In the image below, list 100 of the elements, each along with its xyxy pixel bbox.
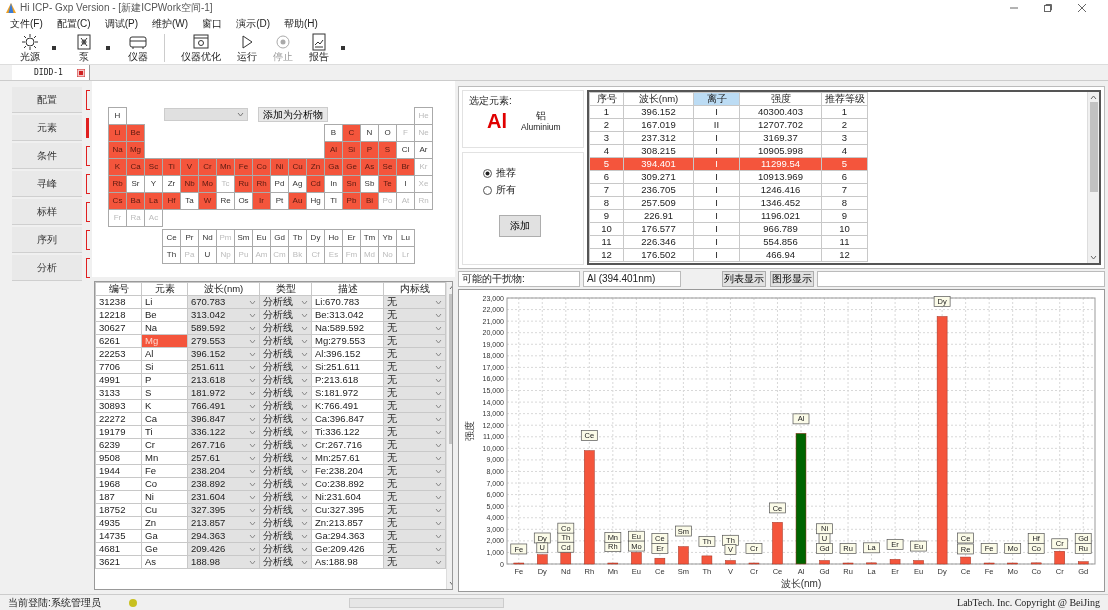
chart-document-icon xyxy=(309,33,329,52)
element-cell[interactable]: Mg xyxy=(126,141,145,159)
dropdown-icon[interactable] xyxy=(52,45,56,50)
window-title: Hi ICP- Gxp Version - [新建ICPWork空间-1] xyxy=(20,2,213,14)
column-header[interactable]: 推荐等级 xyxy=(821,92,868,106)
sidebar-button[interactable]: 元素 xyxy=(12,115,82,141)
table-cell: As:188.98 xyxy=(311,555,384,569)
column-header[interactable]: 元素 xyxy=(141,282,188,296)
close-icon[interactable] xyxy=(77,68,85,77)
sidebar-button[interactable]: 序列 xyxy=(12,227,82,253)
table-cell: Si:251.611 xyxy=(311,360,384,374)
toolbar-button[interactable]: 仪器 xyxy=(122,33,154,62)
table-cell: 4 xyxy=(589,144,624,158)
table-row[interactable]: 2 167.019 II 12707.702 2 xyxy=(589,118,868,132)
table-cell: Cr xyxy=(141,438,188,452)
toolbar-button[interactable]: 报告 xyxy=(303,33,335,62)
table-cell: S:181.972 xyxy=(311,386,384,400)
table-row[interactable]: 12 176.502 I 466.94 12 xyxy=(589,248,868,262)
menu-item[interactable]: 帮助(H) xyxy=(284,17,318,30)
element-name: Aluminium xyxy=(521,121,561,133)
table-cell: Li xyxy=(141,295,188,309)
chevron-up-icon[interactable] xyxy=(1090,95,1097,100)
table-row[interactable]: 6 309.271 I 10913.969 6 xyxy=(589,170,868,184)
table-cell: 31238 xyxy=(95,295,142,309)
column-header[interactable]: 波长(nm) xyxy=(187,282,260,296)
column-header[interactable]: 描述 xyxy=(311,282,384,296)
view-button[interactable]: 图形显示 xyxy=(770,271,814,287)
sidebar-button[interactable]: 寻峰 xyxy=(12,171,82,197)
column-header[interactable]: 波长(nm) xyxy=(623,92,694,106)
radio-button[interactable]: 推荐 xyxy=(483,167,583,179)
sidebar-button[interactable]: 配置 xyxy=(12,87,82,113)
bar xyxy=(983,562,995,565)
bar xyxy=(819,560,830,565)
interferent-field[interactable]: Al (394.401nm) xyxy=(583,271,681,287)
sidebar-button[interactable]: 标样 xyxy=(12,199,82,225)
element-cell[interactable]: H xyxy=(108,107,127,125)
table-cell: K:766.491 xyxy=(311,399,384,413)
bar xyxy=(537,554,548,565)
bar xyxy=(1078,561,1089,565)
table-cell: 308.215 xyxy=(623,144,694,158)
chevron-down-icon[interactable] xyxy=(1090,255,1097,260)
table-row[interactable]: 3 237.312 I 3169.37 3 xyxy=(589,131,868,145)
table-row[interactable]: 4 308.215 I 10905.998 4 xyxy=(589,144,868,158)
table-cell: Cu:327.395 xyxy=(311,503,384,517)
column-header[interactable]: 编号 xyxy=(95,282,142,296)
document-tab[interactable]: DIDD-1 xyxy=(12,65,90,80)
menu-item[interactable]: 维护(W) xyxy=(152,17,189,30)
column-header[interactable]: 内标线 xyxy=(383,282,446,296)
table-cell: Mn:257.61 xyxy=(311,451,384,465)
maximize-icon[interactable] xyxy=(1044,4,1052,12)
dropdown-icon[interactable] xyxy=(341,45,345,50)
table-cell: Na:589.592 xyxy=(311,321,384,335)
close-icon[interactable] xyxy=(1078,4,1086,12)
table-cell: 3169.37 xyxy=(739,131,822,145)
table-row[interactable]: 7 236.705 I 1246.416 7 xyxy=(589,183,868,197)
radio-icon[interactable] xyxy=(483,185,492,195)
radio-icon[interactable] xyxy=(483,168,492,178)
table-cell: P:213.618 xyxy=(311,373,384,387)
toolbar-button[interactable]: 光源 xyxy=(14,33,46,62)
dropdown-icon[interactable] xyxy=(106,45,110,50)
column-header[interactable]: 强度 xyxy=(739,92,822,106)
table-cell: Ge xyxy=(141,542,188,556)
menu-item[interactable]: 演示(D) xyxy=(236,17,270,30)
table-cell: 226.91 xyxy=(623,209,694,223)
view-button[interactable]: 列表显示 xyxy=(722,271,766,287)
sidebar-button[interactable]: 分析 xyxy=(12,255,82,281)
sidebar-button[interactable]: 条件 xyxy=(12,143,82,169)
table-row[interactable]: 10 176.577 I 966.789 10 xyxy=(589,222,868,236)
bar xyxy=(866,562,877,565)
radio-button[interactable]: 所有 xyxy=(483,184,583,196)
table-cell: 12 xyxy=(589,248,624,262)
add-button[interactable]: 添加 xyxy=(499,215,541,237)
add-analyte-button[interactable]: 添加为分析物 xyxy=(258,107,328,122)
element-cell[interactable]: Lu xyxy=(396,229,415,247)
table-cell: Be xyxy=(141,308,188,322)
scrollbar-thumb[interactable] xyxy=(1089,102,1098,192)
column-header[interactable]: 序号 xyxy=(589,92,624,106)
table-row[interactable]: 11 226.346 I 554.856 11 xyxy=(589,235,868,249)
toolbar-button[interactable]: 仪器优化 xyxy=(175,33,227,62)
menu-item[interactable]: 调试(P) xyxy=(104,17,138,30)
column-header[interactable]: 离子 xyxy=(693,92,740,106)
menu-item[interactable]: 配置(C) xyxy=(56,17,91,30)
table-row[interactable]: 1 396.152 I 40300.403 1 xyxy=(589,105,868,119)
table-row[interactable]: 9 226.91 I 1196.021 9 xyxy=(589,209,868,223)
column-header[interactable]: 类型 xyxy=(259,282,312,296)
element-name: 铝 xyxy=(535,109,546,122)
table-cell: 236.705 xyxy=(623,183,694,197)
table-cell: Al:396.152 xyxy=(311,347,384,361)
toolbar-button[interactable]: 运行 xyxy=(231,33,263,62)
table-cell: Fe xyxy=(141,464,188,478)
axis-title: 强度 xyxy=(464,421,475,441)
scrollbar[interactable] xyxy=(1087,92,1099,263)
menu-item[interactable]: 窗口 xyxy=(202,17,223,30)
table-cell: 18752 xyxy=(95,503,142,517)
table-cell: Fe:238.204 xyxy=(311,464,384,478)
table-cell: I xyxy=(693,105,740,119)
menu-item[interactable]: 文件(F) xyxy=(10,17,43,30)
table-row[interactable]: 8 257.509 I 1346.452 8 xyxy=(589,196,868,210)
toolbar-button[interactable]: 泵 xyxy=(68,33,100,62)
element-cell[interactable]: Be xyxy=(126,124,145,142)
